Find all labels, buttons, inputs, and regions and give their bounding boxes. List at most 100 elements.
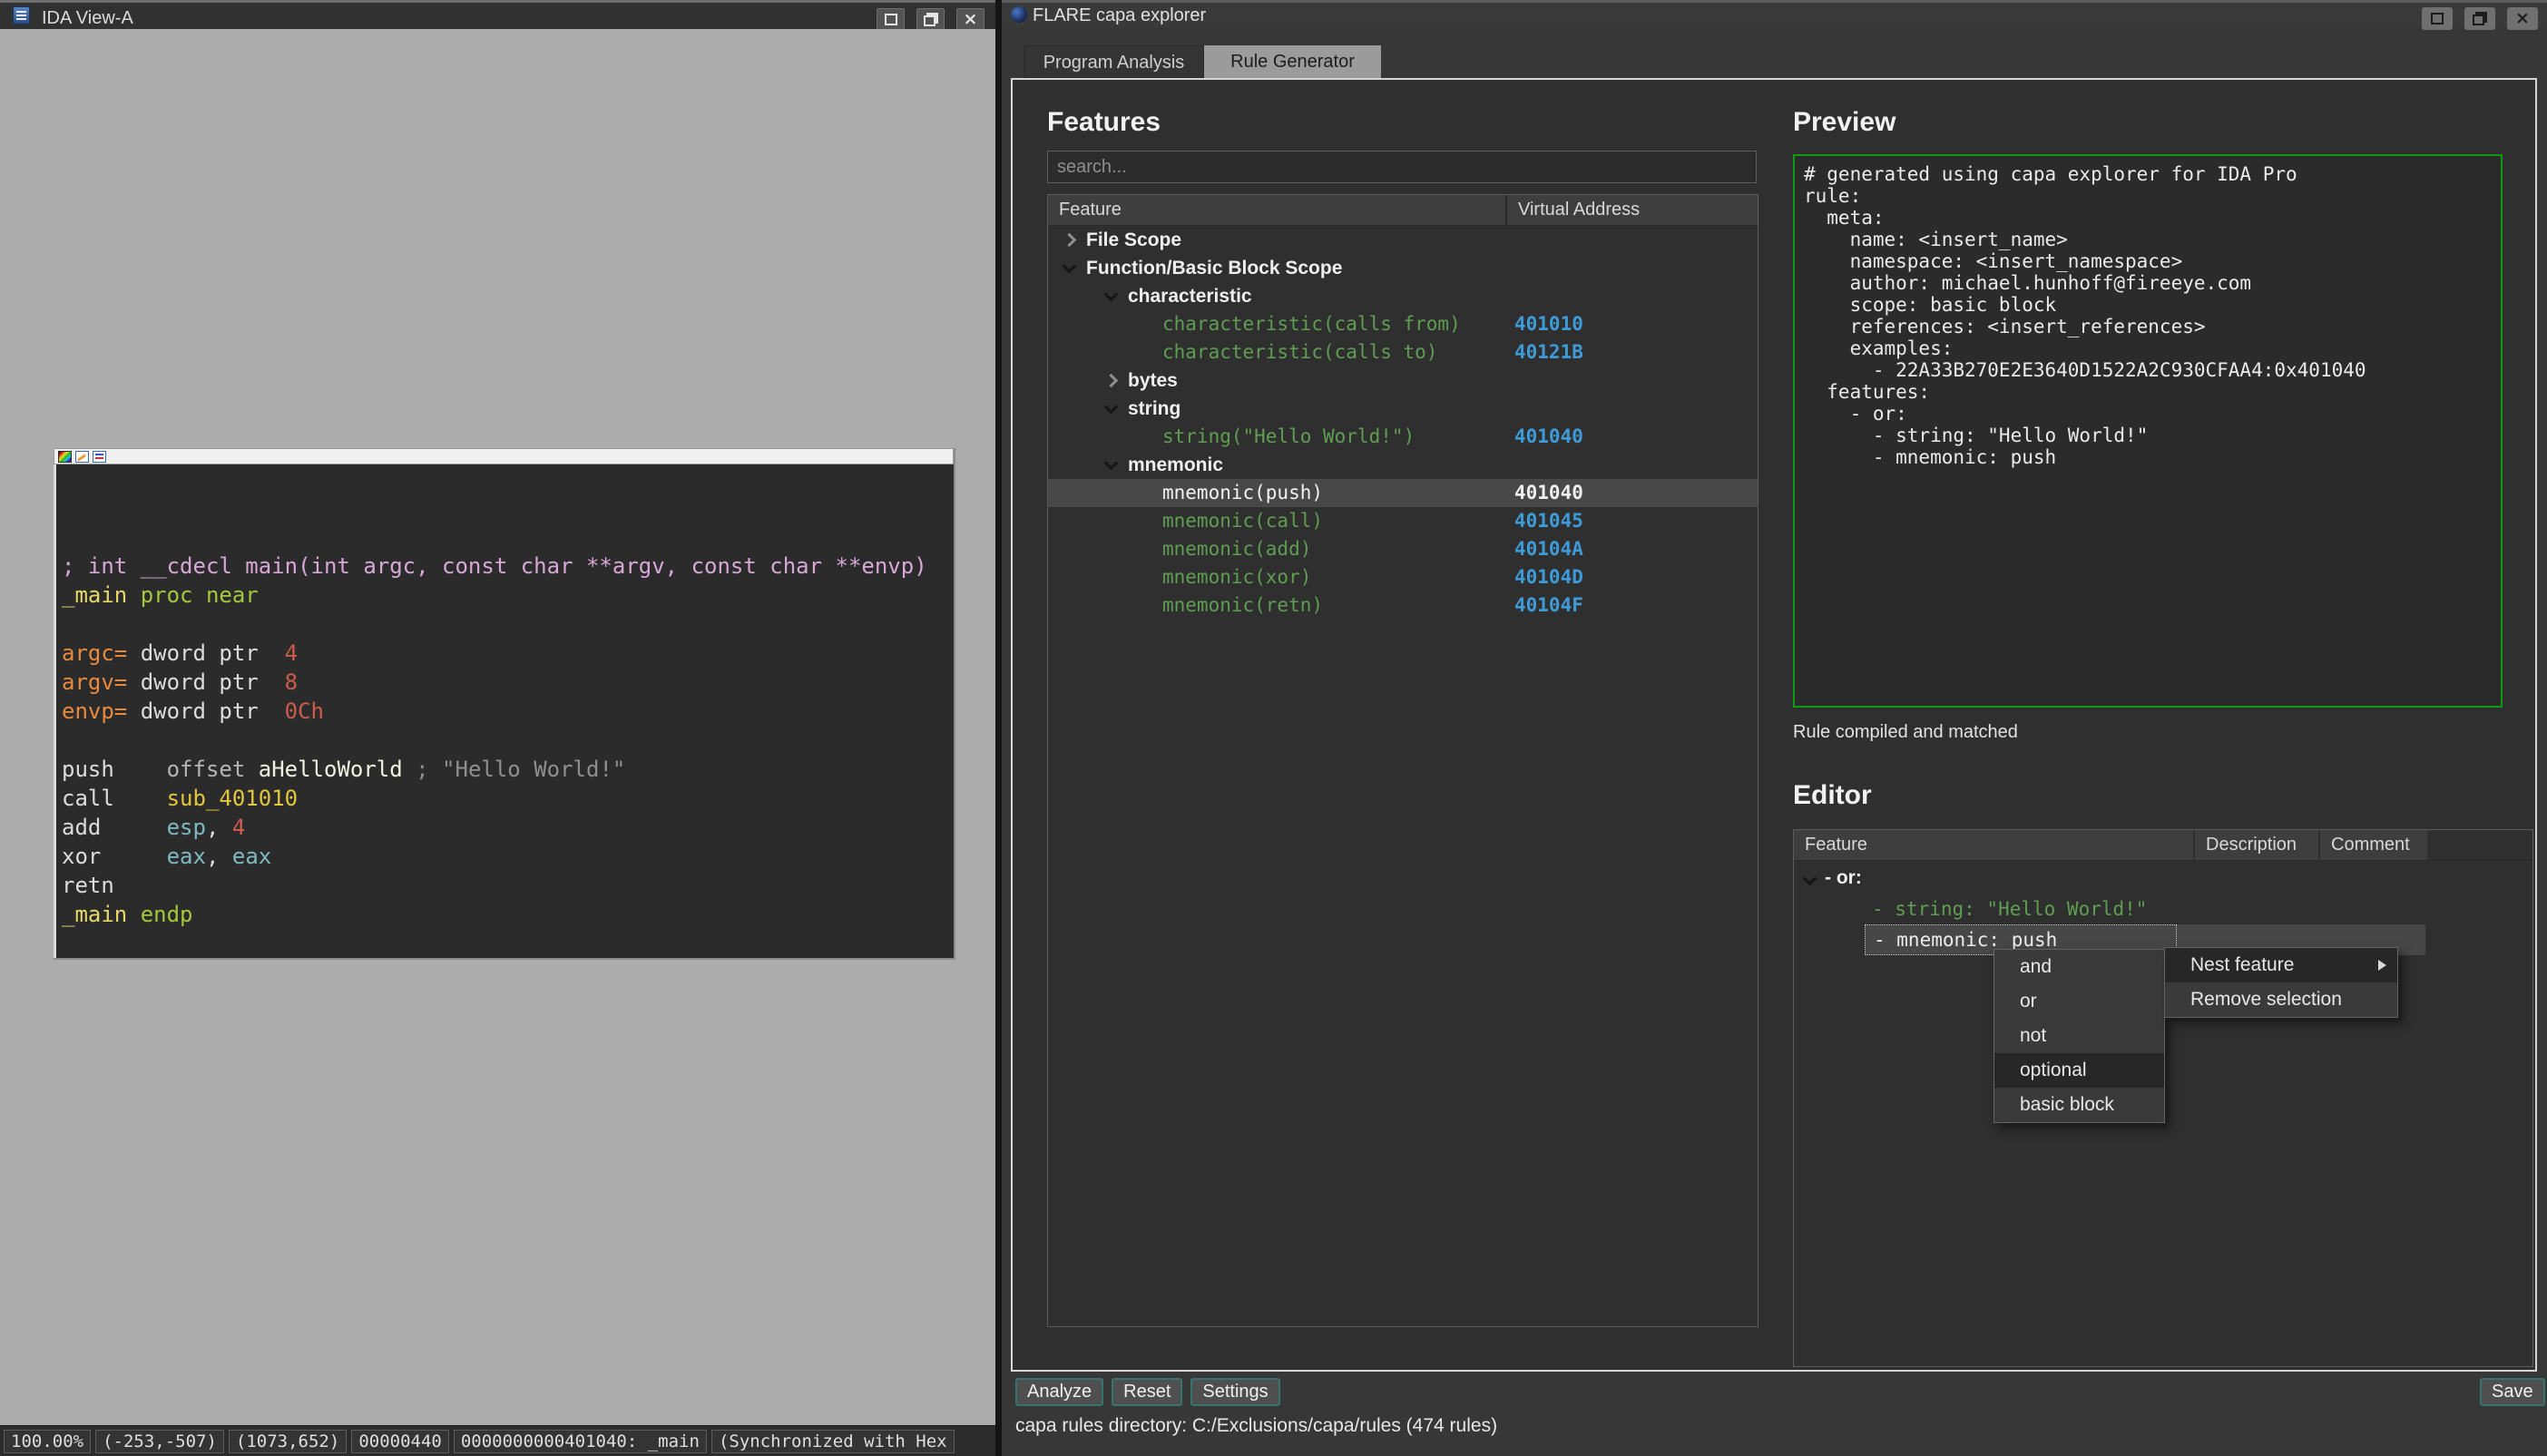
- asm-token: esp: [167, 815, 206, 840]
- disassembly-subwindow[interactable]: ; int __cdecl main(int argc, const char …: [54, 448, 955, 960]
- menu-item-optional[interactable]: optional: [1994, 1053, 2164, 1088]
- capa-window-title: FLARE capa explorer: [1033, 4, 1206, 28]
- feature-virtual-address: 40104F: [1514, 591, 1583, 620]
- feature-tree-row[interactable]: Function/Basic Block Scope: [1048, 254, 1758, 282]
- status-segment: (Synchronized with Hex: [711, 1430, 955, 1453]
- ida-titlebar[interactable]: IDA View-A: [0, 3, 995, 29]
- features-table: Feature Virtual Address File ScopeFuncti…: [1047, 194, 1758, 1327]
- feature-tree-row[interactable]: File Scope: [1048, 226, 1758, 254]
- asm-token: envp=: [62, 699, 127, 724]
- rule-preview-box[interactable]: # generated using capa explorer for IDA …: [1793, 154, 2503, 708]
- ida-view-icon: [13, 6, 30, 24]
- maximize-button[interactable]: [877, 8, 905, 30]
- feature-tree-row[interactable]: mnemonic(xor)40104D: [1048, 563, 1758, 591]
- settings-button[interactable]: Settings: [1190, 1378, 1279, 1406]
- feature-tree-row[interactable]: characteristic: [1048, 282, 1758, 310]
- feature-tree: File ScopeFunction/Basic Block Scopechar…: [1048, 226, 1758, 620]
- menu-item-basic-block[interactable]: basic block: [1994, 1088, 2164, 1122]
- column-header-description[interactable]: Description: [2195, 830, 2318, 860]
- rule-status-text: Rule compiled and matched: [1793, 722, 2018, 743]
- feature-tree-row[interactable]: bytes: [1048, 366, 1758, 395]
- feature-tree-row[interactable]: string: [1048, 395, 1758, 423]
- feature-tree-row[interactable]: characteristic(calls to)40121B: [1048, 338, 1758, 366]
- feature-virtual-address: 401045: [1514, 507, 1583, 535]
- chevron-down-icon[interactable]: [1803, 872, 1817, 886]
- pencil-edit-icon[interactable]: [75, 451, 89, 463]
- features-heading: Features: [1047, 107, 1161, 138]
- ida-workspace: ; int __cdecl main(int argc, const char …: [0, 29, 995, 1425]
- chevron-right-icon[interactable]: [1104, 374, 1119, 388]
- analyze-button[interactable]: Analyze: [1015, 1378, 1103, 1406]
- palette-icon[interactable]: [58, 451, 72, 463]
- search-input[interactable]: [1047, 151, 1757, 183]
- capa-rules-directory-status: capa rules directory: C:/Exclusions/capa…: [1015, 1415, 1497, 1437]
- asm-token: 4: [232, 815, 245, 840]
- asm-token: retn: [62, 873, 114, 898]
- feature-tree-row[interactable]: mnemonic(retn)40104F: [1048, 591, 1758, 620]
- editor-context-menu: Nest featureRemove selection: [2164, 947, 2398, 1018]
- feature-virtual-address: 401010: [1514, 310, 1583, 338]
- feature-tree-row[interactable]: mnemonic(add)40104A: [1048, 535, 1758, 563]
- chevron-down-icon[interactable]: [1104, 456, 1119, 471]
- tab-rule-generator[interactable]: Rule Generator: [1204, 45, 1381, 78]
- footer-buttons: Analyze Reset Settings: [1015, 1378, 1280, 1406]
- editor-heading: Editor: [1793, 780, 1872, 811]
- restore-button[interactable]: [916, 8, 945, 30]
- feature-tree-row[interactable]: mnemonic(call)401045: [1048, 507, 1758, 535]
- disassembly-code[interactable]: ; int __cdecl main(int argc, const char …: [54, 464, 954, 958]
- menu-item-and[interactable]: and: [1994, 950, 2164, 984]
- close-icon: [2515, 10, 2530, 27]
- editor-row-or[interactable]: - or:: [1794, 863, 2532, 894]
- asm-token: 8: [285, 669, 298, 695]
- chevron-down-icon[interactable]: [1104, 400, 1119, 415]
- asm-line: ; int __cdecl main(int argc, const char …: [56, 552, 954, 581]
- disassembly-titlebar[interactable]: [54, 448, 954, 464]
- preview-code-line: scope: basic block: [1804, 294, 2492, 316]
- chevron-down-icon[interactable]: [1104, 288, 1119, 302]
- column-header-feature[interactable]: Feature: [1794, 830, 2193, 860]
- feature-label: mnemonic(xor): [1162, 563, 1311, 591]
- restore-button[interactable]: [2464, 7, 2495, 30]
- menu-item-Remove-selection[interactable]: Remove selection: [2165, 982, 2397, 1017]
- column-header-feature[interactable]: Feature: [1048, 195, 1507, 225]
- capa-explorer-window: FLARE capa explorer Program Analysis Rul…: [1002, 0, 2547, 1456]
- asm-token: [127, 902, 140, 927]
- chevron-right-icon[interactable]: [1063, 233, 1077, 248]
- menu-item-not[interactable]: not: [1994, 1019, 2164, 1053]
- close-button[interactable]: [956, 8, 985, 30]
- asm-token: 0Ch: [285, 699, 324, 724]
- asm-line: xor eax, eax: [56, 842, 954, 871]
- feature-tree-row[interactable]: mnemonic: [1048, 451, 1758, 479]
- preview-code-line: features:: [1804, 381, 2492, 403]
- preview-code-line: author: michael.hunhoff@fireeye.com: [1804, 272, 2492, 294]
- feature-tree-row[interactable]: mnemonic(push)401040: [1048, 479, 1758, 507]
- asm-token: sub_401010: [167, 786, 299, 811]
- asm-token: aHelloWorld: [259, 757, 403, 782]
- preview-code-line: rule:: [1804, 185, 2492, 207]
- column-header-virtual-address[interactable]: Virtual Address: [1507, 195, 1758, 225]
- status-segment: 0000000000401040: _main: [454, 1430, 707, 1453]
- chevron-down-icon[interactable]: [1063, 259, 1077, 274]
- editor-row-string[interactable]: - string: "Hello World!": [1794, 894, 2532, 924]
- capa-titlebar[interactable]: FLARE capa explorer: [1002, 3, 2547, 27]
- feature-tree-row[interactable]: characteristic(calls from)401010: [1048, 310, 1758, 338]
- column-header-comment[interactable]: Comment: [2320, 830, 2427, 860]
- feature-label: string("Hello World!"): [1162, 423, 1415, 451]
- asm-line: argc= dword ptr 4: [56, 639, 954, 668]
- asm-line: retn: [56, 871, 954, 900]
- feature-virtual-address: 40121B: [1514, 338, 1583, 366]
- feature-label: File Scope: [1086, 226, 1181, 254]
- save-button[interactable]: Save: [2480, 1378, 2545, 1406]
- ida-window-title: IDA View-A: [42, 5, 133, 32]
- menu-item-Nest-feature[interactable]: Nest feature: [2165, 948, 2397, 982]
- reset-button[interactable]: Reset: [1112, 1378, 1182, 1406]
- maximize-button[interactable]: [2422, 7, 2453, 30]
- feature-tree-row[interactable]: string("Hello World!")401040: [1048, 423, 1758, 451]
- close-button[interactable]: [2507, 7, 2538, 30]
- ida-status-bar: 100.00%(-253,-507)(1073,652)000004400000…: [0, 1425, 995, 1456]
- flare-capa-icon: [1011, 6, 1027, 23]
- tab-program-analysis[interactable]: Program Analysis: [1024, 45, 1204, 78]
- asm-line: [56, 726, 954, 755]
- graph-jump-icon[interactable]: [93, 451, 106, 463]
- menu-item-or[interactable]: or: [1994, 984, 2164, 1019]
